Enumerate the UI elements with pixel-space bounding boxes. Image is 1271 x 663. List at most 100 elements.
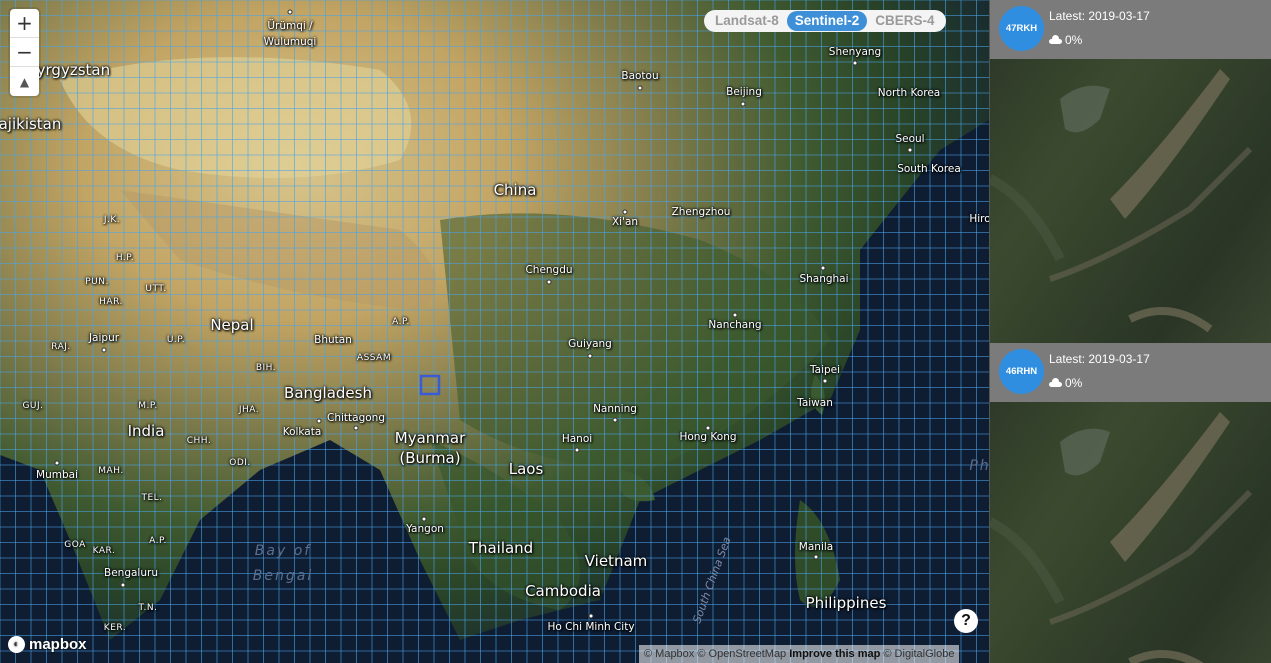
label-nanchang: Nanchang <box>708 319 762 331</box>
label-myanmar: Myanmar <box>394 429 466 447</box>
cloud-cover-value: 0% <box>1065 376 1083 390</box>
map-attribution: © Mapbox © OpenStreetMap Improve this ma… <box>639 645 960 663</box>
label-region: J.K. <box>103 215 121 225</box>
label-chengdu: Chengdu <box>525 264 573 276</box>
cloud-cover: 0% <box>1049 376 1082 390</box>
zoom-in-button[interactable]: + <box>10 9 39 38</box>
help-button[interactable]: ? <box>954 609 978 633</box>
city-dot <box>421 516 427 522</box>
satellite-option-landsat-8[interactable]: Landsat-8 <box>707 11 787 31</box>
map-canvas <box>0 0 989 663</box>
label-region: GOA <box>64 540 86 550</box>
label-hong-kong: Hong Kong <box>679 431 737 443</box>
label-region: A.P. <box>392 317 410 327</box>
label-taiwan: Taiwan <box>797 397 833 409</box>
label-region: JHA. <box>238 405 260 415</box>
label-kyrgyzstan: Kyrgyzstan <box>27 61 111 79</box>
city-dot <box>732 312 738 318</box>
city-dot <box>813 554 819 560</box>
city-dot <box>820 265 826 271</box>
label-bangladesh: Bangladesh <box>284 384 372 402</box>
map-view[interactable]: Kyrgyzstan ajikistan China Nepal Banglad… <box>0 0 989 663</box>
cloud-cover: 0% <box>1049 33 1082 47</box>
compass-button[interactable]: ▲ <box>10 67 39 96</box>
mapbox-logo[interactable]: ◐ mapbox <box>8 636 87 653</box>
scene-card[interactable]: 47RKH Latest: 2019-03-17 0% <box>990 0 1271 343</box>
zoom-out-button[interactable]: − <box>10 38 39 67</box>
label-region: UTT. <box>145 284 167 294</box>
label-region: ODI. <box>229 458 251 468</box>
satellite-option-cbers-4[interactable]: CBERS-4 <box>867 11 942 31</box>
city-dot <box>120 582 126 588</box>
label-wulumuqi: Wulumuqi <box>263 36 317 48</box>
label-region: GUJ. <box>22 401 44 411</box>
label-thailand: Thailand <box>468 539 534 557</box>
city-dot <box>822 378 828 384</box>
improve-map-link[interactable]: Improve this map <box>789 648 880 660</box>
attribution-digitalglobe-link[interactable]: © DigitalGlobe <box>883 648 954 660</box>
label-hiro: Hiro <box>969 213 989 225</box>
thumbnail-image <box>990 412 1253 663</box>
label-region: MAH. <box>98 466 124 476</box>
label-region: U.P. <box>166 335 186 345</box>
attribution-osm-link[interactable]: © OpenStreetMap <box>697 648 786 660</box>
label-shanghai: Shanghai <box>799 273 849 285</box>
results-panel[interactable]: 47RKH Latest: 2019-03-17 0% 46RHN Latest… <box>989 0 1271 663</box>
label-bhutan: Bhutan <box>314 334 352 346</box>
cloud-icon <box>1049 35 1062 44</box>
desert-area <box>60 57 412 179</box>
label-shenyang: Shenyang <box>828 46 882 58</box>
city-dot <box>852 60 858 66</box>
label-jaipur: Jaipur <box>88 332 120 344</box>
label-region: HAR. <box>99 297 123 307</box>
label-burma: (Burma) <box>399 449 461 467</box>
city-dot <box>588 613 594 619</box>
label-region: ASSAM <box>356 353 392 363</box>
label-nepal: Nepal <box>210 316 254 334</box>
city-dot <box>587 353 593 359</box>
city-dot <box>101 347 107 353</box>
lowland-area <box>440 213 830 471</box>
label-south-korea: South Korea <box>897 163 961 175</box>
label-yangon: Yangon <box>406 523 444 535</box>
attribution-mapbox-link[interactable]: © Mapbox <box>644 648 694 660</box>
label-cambodia: Cambodia <box>525 582 601 600</box>
label-taipei: Taipei <box>809 364 841 376</box>
label-chittagong: Chittagong <box>327 412 385 424</box>
city-dot <box>353 425 359 431</box>
city-dot <box>637 85 643 91</box>
thumbnail-image <box>990 69 1253 333</box>
label-xian: Xi'an <box>611 216 639 228</box>
label-tajikistan: ajikistan <box>0 115 62 133</box>
label-bengaluru: Bengaluru <box>104 567 158 579</box>
scene-header: 47RKH Latest: 2019-03-17 0% <box>990 0 1271 59</box>
label-north-korea: North Korea <box>877 87 941 99</box>
city-dot <box>705 425 711 431</box>
scene-thumbnail[interactable] <box>990 402 1271 663</box>
scene-card[interactable]: 46RHN Latest: 2019-03-17 0% <box>990 343 1271 663</box>
plateau-area <box>120 190 436 310</box>
label-region: KER. <box>103 623 127 633</box>
label-nanning: Nanning <box>593 403 637 415</box>
mapbox-logo-icon: ◐ <box>8 636 25 653</box>
label-ho-chi-minh-city: Ho Chi Minh City <box>547 621 635 633</box>
label-region: A.P. <box>149 536 167 546</box>
label-philippine-sea: Ph <box>969 458 989 474</box>
label-region: PUN. <box>85 277 109 287</box>
label-guiyang: Guiyang <box>568 338 612 350</box>
city-dot <box>54 460 60 466</box>
label-region: T.N. <box>138 603 158 613</box>
city-dot <box>546 279 552 285</box>
city-dot <box>907 147 913 153</box>
city-dot <box>740 101 746 107</box>
label-zhengzhou: Zhengzhou <box>671 206 731 218</box>
city-dot <box>287 9 293 15</box>
satellite-option-sentinel-2[interactable]: Sentinel-2 <box>786 11 868 31</box>
label-region: TEL. <box>141 493 163 503</box>
label-mumbai: Mumbai <box>36 469 78 481</box>
scene-header: 46RHN Latest: 2019-03-17 0% <box>990 343 1271 402</box>
mapbox-logo-text: mapbox <box>29 636 87 653</box>
scene-thumbnail[interactable] <box>990 59 1271 343</box>
label-region: RAJ. <box>51 342 71 352</box>
cloud-icon <box>1049 378 1062 387</box>
